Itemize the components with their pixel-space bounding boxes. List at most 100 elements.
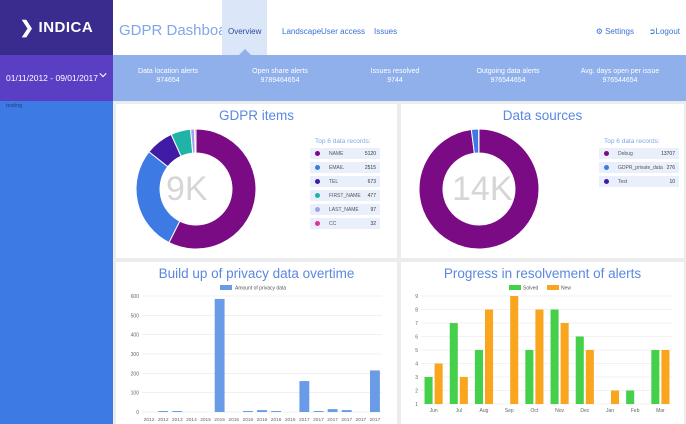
legend-row[interactable]: Test 10 (599, 176, 679, 187)
legend-label: LAST_NAME (329, 206, 359, 213)
legend-row[interactable]: TEL 673 (310, 176, 380, 187)
bar-solved[interactable] (449, 323, 458, 404)
x-tick-label: Feb (631, 408, 640, 414)
legend-swatch (604, 151, 609, 156)
y-tick-label: 300 (131, 352, 140, 358)
y-tick-label: 3 (415, 375, 418, 381)
bar-solved[interactable] (525, 350, 534, 404)
tab-user-access[interactable]: User access (321, 27, 365, 36)
bar-new[interactable] (585, 350, 594, 404)
bar-solved[interactable] (424, 377, 433, 404)
legend-title: Top 6 data records: (604, 138, 660, 145)
x-tick-label: Dec (580, 408, 589, 414)
stat-value: 9744 (387, 77, 403, 84)
legend-row[interactable]: LAST_NAME 97 (310, 204, 380, 215)
bar-solved[interactable] (626, 390, 635, 405)
bar[interactable] (242, 411, 253, 412)
bar[interactable] (257, 410, 267, 412)
bar-solved[interactable] (575, 336, 584, 405)
legend-title: Top 6 data records: (315, 138, 371, 145)
bar[interactable] (271, 411, 282, 412)
bar[interactable] (370, 370, 380, 412)
legend-row[interactable]: GDPR_private_data 276 (599, 162, 679, 173)
legend-label: FIRST_NAME (329, 192, 361, 199)
gdpr-slice-5[interactable] (194, 128, 197, 154)
panel-title: Build up of privacy data overtime (158, 266, 355, 281)
y-tick-label: 400 (131, 333, 140, 339)
chevron-down-icon (99, 73, 107, 78)
date-range-picker[interactable]: 01/11/2012 - 09/01/2017 (0, 55, 113, 101)
privacy-data-bar-chart: 01002003004005006002012 2012 2013 2014 2015 2… (131, 285, 382, 423)
data-sources-panel: Data sources 14K Top 6 data records: Deb… (401, 104, 684, 258)
bar[interactable] (313, 411, 324, 412)
bar-new[interactable] (484, 309, 494, 405)
donut-center-label: 9K (166, 170, 208, 208)
legend-swatch (604, 165, 609, 170)
x-tick-label: 2017 (299, 417, 310, 423)
legend-value: 276 (666, 164, 675, 171)
bar[interactable] (327, 409, 338, 412)
stat-value: 976544654 (602, 77, 638, 84)
bar-new[interactable] (434, 363, 443, 405)
logo[interactable]: ❯ INDICA (0, 0, 113, 55)
legend-row[interactable]: CC 32 (310, 218, 380, 229)
bar-new[interactable] (510, 296, 519, 404)
bar-new[interactable] (459, 377, 468, 404)
settings-link[interactable]: ⚙ Settings (596, 27, 634, 36)
stat-value: 9789464654 (260, 77, 300, 84)
panel-title: Progress in resolvement of alerts (443, 266, 642, 281)
bar-new[interactable] (610, 390, 620, 405)
legend-swatch (315, 221, 320, 226)
tab-landscape[interactable]: Landscape (282, 27, 321, 36)
x-tick-label: 2016 (271, 417, 282, 423)
legend-label: Debug (618, 150, 633, 157)
legend-row[interactable]: Debug 13707 (599, 148, 679, 159)
x-tick-label: Mar (656, 408, 665, 414)
x-tick-label: 2012 (144, 417, 155, 423)
stat-issues-resolved: Issues resolved 9744 (340, 67, 450, 85)
bar[interactable] (341, 410, 352, 412)
x-tick-label: 2017 (355, 417, 366, 423)
bar-new[interactable] (560, 323, 569, 404)
legend-swatch (315, 165, 320, 170)
bar[interactable] (299, 381, 310, 412)
y-tick-label: 5 (415, 348, 418, 354)
bar[interactable] (158, 411, 169, 412)
y-tick-label: 600 (131, 294, 140, 300)
stat-label: Issues resolved (370, 68, 420, 75)
x-tick-label: 2014 (186, 417, 197, 423)
legend-label: EMAIL (329, 164, 345, 171)
logout-link[interactable]: ➲Logout (649, 27, 680, 36)
sidebar-note: testing (6, 103, 23, 109)
tab-issues[interactable]: Issues (374, 27, 397, 36)
legend-value: 5120 (364, 150, 376, 157)
bar-new[interactable] (535, 309, 544, 405)
y-tick-label: 2 (415, 389, 418, 395)
legend-row[interactable]: FIRST_NAME 477 (310, 190, 380, 201)
legend-row[interactable]: NAME 5120 (310, 148, 380, 159)
x-tick-label: 2012 (158, 417, 169, 423)
x-tick-label: 2017 (327, 417, 338, 423)
stat-avg-days: Avg. days open per issue 976544654 (565, 67, 675, 85)
panel-title: GDPR items (218, 108, 294, 123)
legend-swatch (315, 193, 320, 198)
sidebar: ❯ INDICA 01/11/2012 - 09/01/2017 testing (0, 0, 113, 424)
y-tick-label: 7 (415, 321, 418, 327)
bar[interactable] (172, 411, 183, 412)
stat-label: Outgoing data alerts (476, 68, 540, 75)
x-tick-label: 2016 (285, 417, 296, 423)
legend-label: Solved (523, 286, 539, 292)
tab-overview[interactable]: Overview (222, 0, 268, 56)
bar-solved[interactable] (474, 350, 483, 404)
legend-label: CC (329, 220, 337, 227)
bar-new[interactable] (661, 350, 670, 404)
bar-solved[interactable] (651, 350, 660, 404)
x-tick-label: Aug (480, 408, 489, 414)
bar-solved[interactable] (550, 309, 559, 405)
settings-label: Settings (605, 27, 634, 36)
alerts-bar-chart: 1 2 3 4 5 6 7 8 9 Jun Jul Aug Sep Oct Nov Dec Jan Feb Mar S… (415, 285, 673, 414)
bar[interactable] (214, 298, 225, 412)
legend-label: New (561, 286, 571, 292)
legend-row[interactable]: EMAIL 2515 (310, 162, 380, 173)
x-tick-label: Sep (505, 408, 514, 414)
